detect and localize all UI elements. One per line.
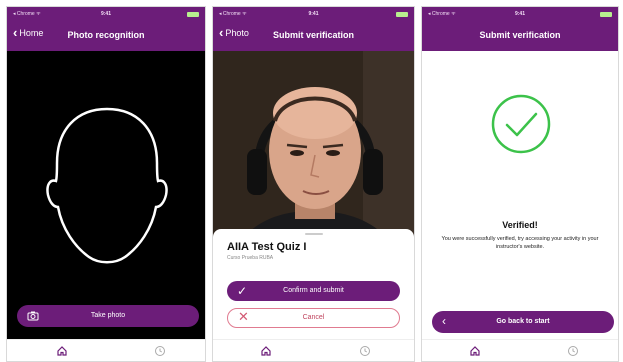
nav-bar: ◂ Chrome ᯤ 9:41 ‹ Photo Submit verificat… xyxy=(213,7,414,51)
status-bar: ◂ Chrome ᯤ 9:41 xyxy=(422,9,618,21)
home-icon[interactable] xyxy=(55,344,69,358)
confirm-submit-button[interactable]: ✓ Confirm and submit xyxy=(227,281,400,301)
course-name: Curso Prueba RUBA xyxy=(227,255,274,261)
go-back-label: Go back to start xyxy=(496,318,550,325)
battery-icon xyxy=(187,12,199,17)
cancel-label: Cancel xyxy=(302,314,325,321)
battery-icon xyxy=(600,12,612,17)
tab-bar xyxy=(7,339,205,361)
status-bar: ◂ Chrome ᯤ 9:41 xyxy=(7,9,205,21)
verified-message: You were successfully verified, try acce… xyxy=(441,236,599,250)
clock-icon[interactable] xyxy=(153,344,167,358)
tab-bar xyxy=(422,339,618,361)
clock-icon[interactable] xyxy=(358,344,372,358)
clock-icon[interactable] xyxy=(566,344,580,358)
verified-title: Verified! xyxy=(502,220,538,230)
status-time: 9:41 xyxy=(308,11,319,17)
battery-icon xyxy=(396,12,408,17)
submit-verification-screen: ◂ Chrome ᯤ 9:41 ‹ Photo Submit verificat… xyxy=(212,6,415,362)
nav-bar: ◂ Chrome ᯤ 9:41 Submit verification xyxy=(422,7,618,51)
status-time: 9:41 xyxy=(100,11,111,17)
photo-recognition-screen: ◂ Chrome ᯤ 9:41 ‹ Home Photo recognition… xyxy=(6,6,206,362)
home-icon[interactable] xyxy=(259,344,273,358)
verified-screen: ◂ Chrome ᯤ 9:41 Submit verification Veri… xyxy=(421,6,619,362)
confirmation-sheet: AIIA Test Quiz I Curso Prueba RUBA ✓ Con… xyxy=(213,229,414,339)
quiz-title: AIIA Test Quiz I xyxy=(227,241,307,253)
page-title: Photo recognition xyxy=(67,30,145,40)
take-photo-label: Take photo xyxy=(90,312,126,319)
nav-bar: ◂ Chrome ᯤ 9:41 ‹ Home Photo recognition xyxy=(7,7,205,51)
cancel-button[interactable]: ✕ Cancel xyxy=(227,308,400,328)
success-check-icon xyxy=(490,93,552,160)
status-bar: ◂ Chrome ᯤ 9:41 xyxy=(213,9,414,21)
take-photo-button[interactable]: Take photo xyxy=(17,305,199,327)
sheet-handle[interactable] xyxy=(304,233,323,235)
page-title: Submit verification xyxy=(479,30,561,40)
face-outline-guide xyxy=(46,107,168,264)
page-title: Submit verification xyxy=(272,30,354,40)
confirm-label: Confirm and submit xyxy=(283,287,344,294)
home-icon[interactable] xyxy=(468,344,482,358)
captured-face-photo xyxy=(213,51,414,251)
tab-bar xyxy=(213,339,414,361)
camera-preview: Take photo xyxy=(7,51,205,339)
go-back-to-start-button[interactable]: ‹ Go back to start xyxy=(432,311,614,333)
status-time: 9:41 xyxy=(514,11,525,17)
